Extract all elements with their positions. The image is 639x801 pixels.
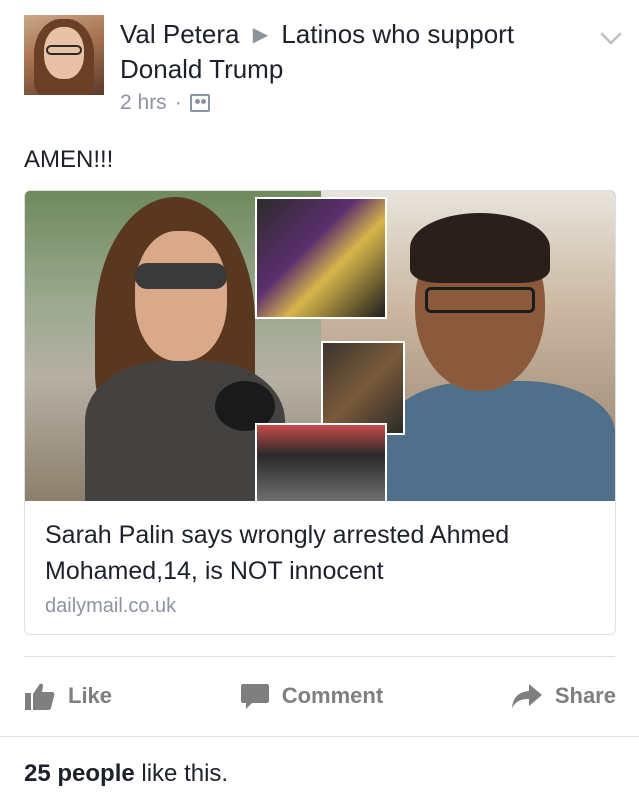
author-name[interactable]: Val Petera	[120, 19, 239, 49]
speech-bubble-icon	[240, 684, 269, 709]
share-button[interactable]: Share	[511, 682, 616, 710]
comment-button[interactable]: Comment	[240, 681, 383, 711]
post-author-line: Val Petera ▶ Latinos who support Donald …	[120, 17, 520, 86]
post-timestamp[interactable]: 2 hrs	[120, 91, 167, 115]
right-arrow-icon: ▶	[252, 24, 269, 46]
share-arrow-icon	[511, 684, 542, 708]
like-button[interactable]: Like	[24, 681, 112, 711]
action-bar: Like Comment Share	[24, 666, 616, 726]
comment-label: Comment	[281, 683, 384, 708]
likes-summary[interactable]: 25 people like this.	[24, 760, 228, 788]
meta-separator: ·	[174, 91, 182, 114]
post-text: AMEN!!!	[24, 146, 114, 173]
likes-suffix: like this.	[141, 760, 229, 787]
thumbs-up-icon	[25, 683, 55, 710]
action-divider-bottom	[0, 736, 639, 737]
link-caption[interactable]: Sarah Palin says wrongly arrested Ahmed …	[45, 517, 595, 618]
link-preview-image[interactable]	[25, 191, 615, 501]
chevron-down-icon[interactable]	[598, 25, 624, 51]
like-label: Like	[68, 683, 113, 708]
link-preview-card[interactable]: Sarah Palin says wrongly arrested Ahmed …	[24, 190, 616, 635]
share-label: Share	[554, 683, 616, 708]
link-domain: dailymail.co.uk	[45, 595, 177, 617]
post-header: Val Petera ▶ Latinos who support Donald …	[24, 15, 624, 115]
link-title[interactable]: Sarah Palin says wrongly arrested Ahmed …	[45, 517, 595, 589]
action-divider-top	[24, 656, 615, 657]
likes-count[interactable]: 25 people	[24, 760, 135, 787]
group-members-icon	[189, 94, 210, 112]
author-avatar[interactable]	[24, 15, 104, 95]
post-meta: 2 hrs ·	[120, 91, 210, 115]
